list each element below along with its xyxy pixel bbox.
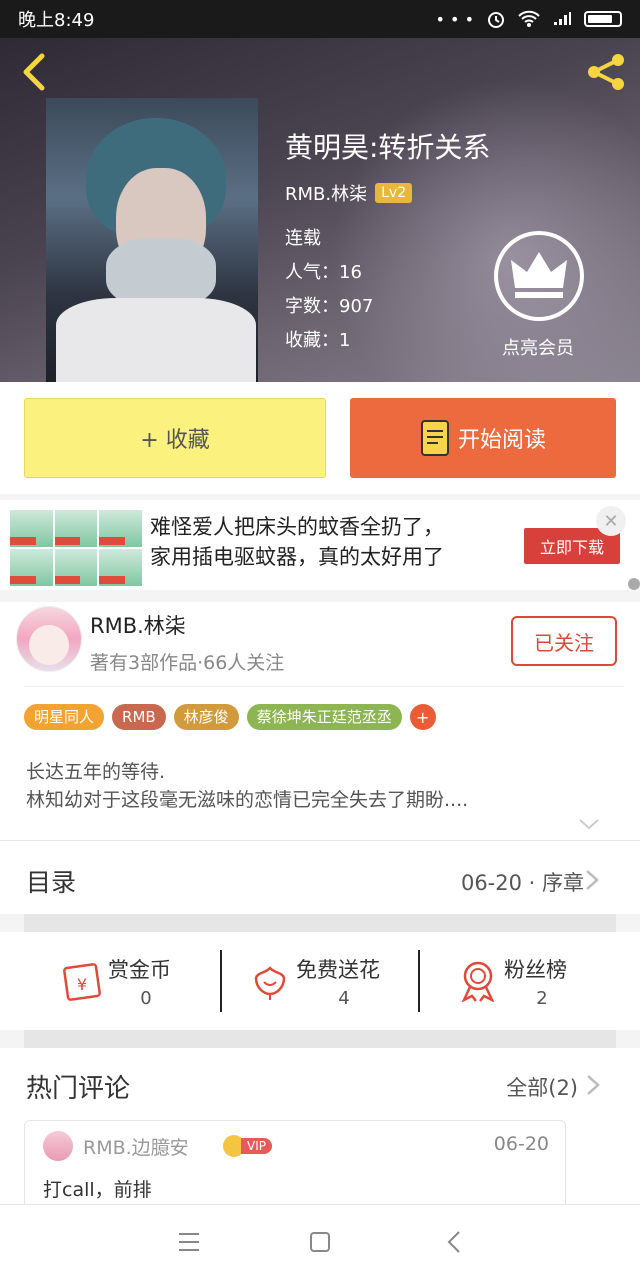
stat-label: 赏金币 — [108, 958, 171, 982]
chevron-right-icon[interactable] — [586, 1074, 600, 1096]
status-time: 晚上8:49 — [18, 10, 95, 31]
vip-text: VIP — [241, 1138, 272, 1154]
start-reading-button[interactable]: 开始阅读 — [350, 398, 616, 478]
status-icons: • • • — [436, 9, 622, 29]
comment-text: 打call，前排 — [43, 1179, 152, 1201]
vip-label[interactable]: 点亮会员 — [502, 334, 574, 360]
menu-icon[interactable] — [176, 1229, 202, 1255]
system-nav-bar — [0, 1204, 640, 1280]
free-flower-stat[interactable]: 免费送花 4 — [210, 932, 406, 1030]
book-icon — [420, 420, 449, 456]
ad-text[interactable]: 难怪爱人把床头的蚊香全扔了， 家用插电驱蚊器，真的太好用了 — [150, 512, 444, 572]
comment-user-name[interactable]: RMB.边臆安 — [83, 1133, 189, 1160]
crown-icon[interactable] — [493, 230, 585, 322]
tag-list: 明星同人 RMB 林彦俊 蔡徐坤朱正廷范丞丞 + — [24, 704, 436, 730]
follow-button[interactable]: 已关注 — [511, 616, 617, 666]
vip-badge: VIP — [223, 1135, 272, 1157]
action-bar: + 收藏 开始阅读 — [0, 382, 640, 494]
book-title: 黄明昊:转折关系 — [285, 131, 491, 164]
hot-comments-title: 热门评论 — [26, 1074, 131, 1104]
chevron-right-icon — [586, 870, 599, 890]
status-bar: 晚上8:49 • • • — [0, 0, 640, 38]
stat-label: 免费送花 — [296, 958, 380, 982]
close-icon[interactable]: ✕ — [596, 506, 626, 536]
latest-chapter: 06-20 · 序章 — [460, 871, 584, 895]
ad-banner[interactable]: 难怪爱人把床头的蚊香全扔了， 家用插电驱蚊器，真的太好用了 立即下载 ✕ — [0, 494, 640, 590]
ad-image[interactable] — [10, 510, 142, 586]
chevron-left-icon[interactable] — [16, 52, 52, 92]
stat-value: 4 — [338, 988, 350, 1009]
level-badge: Lv2 — [375, 183, 413, 203]
ad-line-1: 难怪爱人把床头的蚊香全扔了， — [150, 515, 444, 539]
tag-item[interactable]: 明星同人 — [24, 704, 105, 730]
stats-row: ¥ 赏金币 0 免费送花 4 粉丝榜 2 — [0, 932, 640, 1030]
author-name[interactable]: RMB.林柒 — [90, 610, 186, 640]
all-comments-link[interactable]: 全部(2) — [506, 1072, 578, 1102]
book-author-name[interactable]: RMB.林柒 — [285, 180, 367, 206]
ad-marker-icon — [628, 578, 640, 590]
tag-item[interactable]: 林彦俊 — [173, 704, 239, 730]
book-header: 黄明昊:转折关系 RMB.林柒 Lv2 连载 人气：16 字数：907 收藏：1… — [0, 38, 640, 382]
avatar[interactable] — [16, 606, 82, 672]
fans-ranking-stat[interactable]: 粉丝榜 2 — [418, 932, 614, 1030]
book-favorite-count: 收藏：1 — [285, 330, 351, 351]
description-line: 林知幼对于这段毫无滋味的恋情已完全失去了期盼.... — [26, 789, 469, 811]
divider — [24, 686, 624, 687]
reward-coin-stat[interactable]: ¥ 赏金币 0 — [22, 932, 218, 1030]
tag-item[interactable]: RMB — [112, 704, 166, 730]
avatar[interactable] — [43, 1131, 73, 1161]
book-word-count: 字数：907 — [285, 296, 374, 317]
wifi-icon — [518, 10, 540, 27]
section-gap — [24, 1030, 616, 1048]
add-tag-icon[interactable]: + — [409, 704, 436, 730]
description-line: 长达五年的等待. — [26, 761, 166, 783]
book-status: 连载 — [285, 228, 321, 249]
toc-title: 目录 — [26, 868, 77, 897]
book-cover-image — [46, 98, 258, 382]
stat-value: 2 — [536, 988, 548, 1009]
author-stats: 著有3部作品·66人关注 — [90, 652, 285, 674]
more-dots-icon: • • • — [435, 9, 474, 29]
home-icon[interactable] — [307, 1229, 333, 1255]
share-icon[interactable] — [584, 52, 628, 92]
back-icon[interactable] — [442, 1229, 468, 1255]
start-reading-label: 开始阅读 — [457, 428, 546, 453]
book-popularity: 人气：16 — [285, 262, 362, 283]
tag-item[interactable]: 蔡徐坤朱正廷范丞丞 — [246, 704, 402, 730]
hot-comments-section: 热门评论 全部(2) RMB.边臆安 VIP 06-20 打call，前排 — [0, 1048, 640, 1220]
battery-icon — [584, 11, 622, 27]
table-of-contents-row[interactable]: 目录 06-20 · 序章 — [0, 840, 640, 914]
comment-date: 06-20 — [493, 1133, 549, 1155]
book-description[interactable]: 长达五年的等待. 林知幼对于这段毫无滋味的恋情已完全失去了期盼.... — [26, 758, 468, 814]
add-favorite-button[interactable]: + 收藏 — [24, 398, 326, 478]
section-gap — [24, 914, 616, 932]
author-card: RMB.林柒 著有3部作品·66人关注 已关注 明星同人 RMB 林彦俊 蔡徐坤… — [0, 602, 640, 840]
signal-icon — [554, 12, 571, 25]
book-author-line: RMB.林柒 Lv2 — [285, 180, 413, 206]
stat-label: 粉丝榜 — [504, 958, 567, 982]
ad-line-2: 家用插电驱蚊器，真的太好用了 — [150, 545, 444, 569]
chevron-down-icon[interactable] — [578, 816, 600, 832]
stat-value: 0 — [140, 988, 152, 1009]
alarm-icon — [488, 12, 504, 28]
